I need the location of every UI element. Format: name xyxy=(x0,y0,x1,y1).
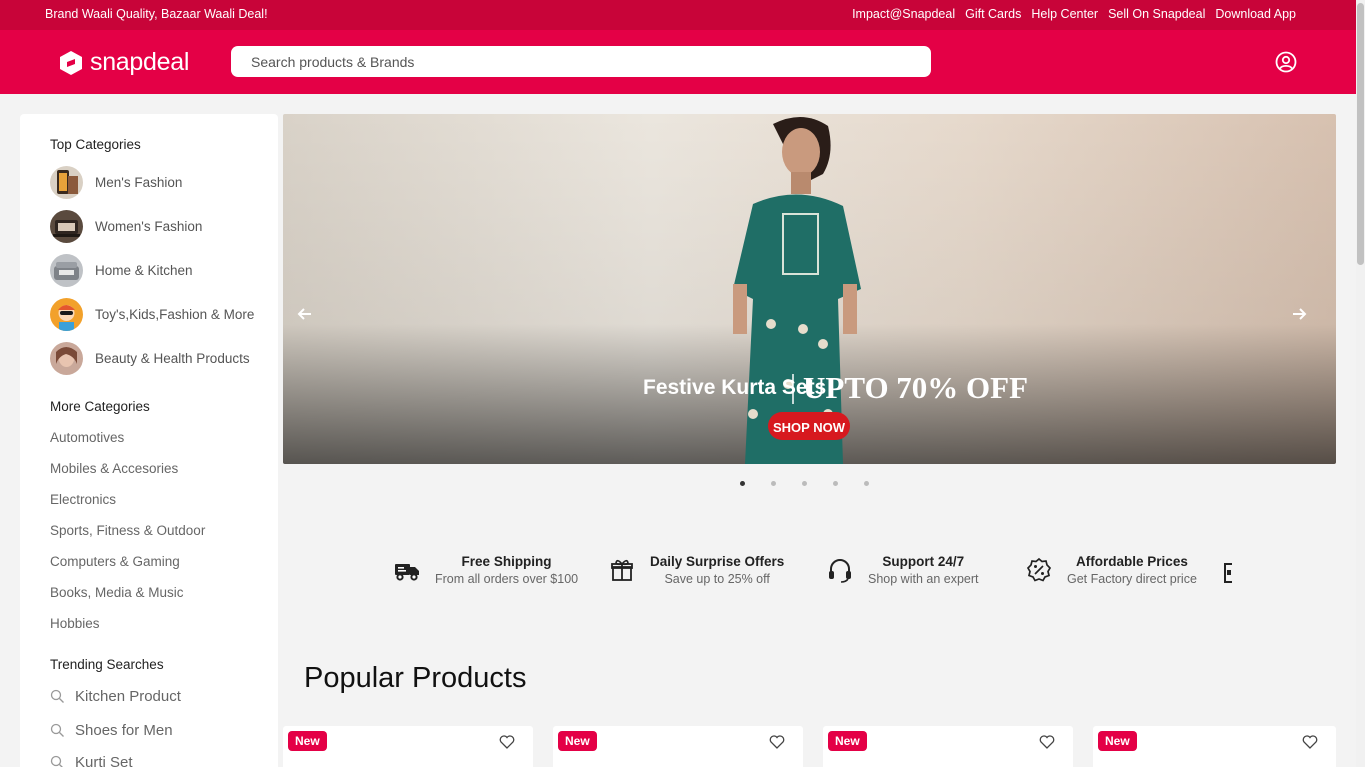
more-categories-heading: More Categories xyxy=(50,399,150,414)
toys-kids-thumbnail xyxy=(50,298,83,331)
impact-link[interactable]: Impact@Snapdeal xyxy=(852,7,955,21)
product-card[interactable]: New xyxy=(283,726,533,767)
carousel-dot-3[interactable] xyxy=(802,481,807,486)
headset-icon xyxy=(829,559,851,583)
more-category-computers[interactable]: Computers & Gaming xyxy=(50,554,180,569)
category-beauty-health[interactable]: Beauty & Health Products xyxy=(50,342,250,375)
feature-free-shipping: Free Shipping From all orders over $100 xyxy=(393,554,578,586)
womens-fashion-thumbnail xyxy=(50,210,83,243)
discount-badge-icon xyxy=(1026,557,1052,582)
scrollbar-thumb[interactable] xyxy=(1357,3,1364,265)
heart-icon[interactable] xyxy=(1039,734,1055,750)
snapdeal-logo-icon xyxy=(60,50,82,75)
search-box[interactable] xyxy=(231,46,931,77)
shop-now-label: SHOP NOW xyxy=(773,420,846,435)
feature-subtitle: Get Factory direct price xyxy=(1067,572,1197,586)
category-mens-fashion[interactable]: Men's Fashion xyxy=(50,166,182,199)
trending-label: Kurti Set xyxy=(75,754,133,767)
top-categories-heading: Top Categories xyxy=(50,137,141,152)
more-category-hobbies[interactable]: Hobbies xyxy=(50,616,100,631)
download-app-link[interactable]: Download App xyxy=(1215,7,1296,21)
mens-fashion-thumbnail xyxy=(50,166,83,199)
carousel-dot-5[interactable] xyxy=(864,481,869,486)
search-icon xyxy=(50,689,64,703)
feature-subtitle: Save up to 25% off xyxy=(664,572,770,586)
carousel-dots xyxy=(740,481,869,486)
home-kitchen-thumbnail xyxy=(50,254,83,287)
trending-label: Kitchen Product xyxy=(75,688,181,705)
top-links: Impact@Snapdeal Gift Cards Help Center S… xyxy=(852,7,1296,21)
carousel-dot-2[interactable] xyxy=(771,481,776,486)
logo-text: snapdeal xyxy=(90,48,190,76)
search-input[interactable] xyxy=(231,46,931,77)
more-category-electronics[interactable]: Electronics xyxy=(50,492,116,507)
trending-item[interactable]: Kitchen Product xyxy=(50,688,181,705)
category-womens-fashion[interactable]: Women's Fashion xyxy=(50,210,202,243)
new-badge: New xyxy=(828,731,867,751)
gift-icon xyxy=(611,559,633,581)
category-label: Toy's,Kids,Fashion & More xyxy=(95,307,255,322)
category-home-kitchen[interactable]: Home & Kitchen xyxy=(50,254,193,287)
feature-affordable-prices: Affordable Prices Get Factory direct pri… xyxy=(1025,554,1197,586)
feature-daily-offers: Daily Surprise Offers Save up to 25% off xyxy=(608,554,784,586)
page-scrollbar[interactable] xyxy=(1356,0,1365,767)
category-label: Women's Fashion xyxy=(95,219,203,234)
tagline: Brand Waali Quality, Bazaar Waali Deal! xyxy=(45,7,268,21)
trending-item[interactable]: Shoes for Men xyxy=(50,722,173,739)
trending-item[interactable]: Kurti Set xyxy=(50,754,133,767)
category-label: Home & Kitchen xyxy=(95,263,193,278)
more-category-books[interactable]: Books, Media & Music xyxy=(50,585,184,600)
category-label: Beauty & Health Products xyxy=(95,351,250,366)
help-center-link[interactable]: Help Center xyxy=(1031,7,1098,21)
top-strip: Brand Waali Quality, Bazaar Waali Deal! … xyxy=(0,0,1356,30)
trending-label: Shoes for Men xyxy=(75,722,173,739)
popular-products-heading: Popular Products xyxy=(304,662,527,694)
user-account-icon[interactable] xyxy=(1275,51,1297,73)
product-card[interactable]: New xyxy=(553,726,803,767)
partial-feature-icon xyxy=(1224,563,1232,583)
search-icon xyxy=(50,723,64,737)
feature-subtitle: From all orders over $100 xyxy=(435,572,579,586)
sell-on-snapdeal-link[interactable]: Sell On Snapdeal xyxy=(1108,7,1205,21)
category-label: Men's Fashion xyxy=(95,175,183,190)
new-badge: New xyxy=(288,731,327,751)
hero-banner[interactable]: Festive Kurta Sets UPTO 70% OFF SHOP NOW xyxy=(283,114,1336,464)
banner-headline: Festive Kurta Sets xyxy=(643,376,826,399)
header: snapdeal xyxy=(0,30,1356,94)
feature-title: Support 24/7 xyxy=(882,554,965,569)
search-icon xyxy=(50,755,63,767)
feature-title: Affordable Prices xyxy=(1076,554,1188,569)
new-badge: New xyxy=(558,731,597,751)
prev-slide-arrow-icon[interactable] xyxy=(295,304,315,324)
heart-icon[interactable] xyxy=(769,734,785,750)
gift-cards-link[interactable]: Gift Cards xyxy=(965,7,1021,21)
heart-icon[interactable] xyxy=(499,734,515,750)
trending-searches-heading: Trending Searches xyxy=(50,657,164,672)
category-sidebar: Top Categories Men's Fashion Women's Fas… xyxy=(20,114,278,767)
banner-image: Festive Kurta Sets UPTO 70% OFF SHOP NOW xyxy=(283,114,1336,464)
heart-icon[interactable] xyxy=(1302,734,1318,750)
feature-subtitle: Shop with an expert xyxy=(868,572,979,586)
truck-icon xyxy=(395,564,419,581)
banner-offer: UPTO 70% OFF xyxy=(803,370,1028,405)
snapdeal-logo[interactable]: snapdeal xyxy=(58,48,189,77)
category-toys-kids[interactable]: Toy's,Kids,Fashion & More xyxy=(50,298,254,331)
feature-support: Support 24/7 Shop with an expert xyxy=(826,554,979,586)
carousel-dot-4[interactable] xyxy=(833,481,838,486)
feature-title: Daily Surprise Offers xyxy=(650,554,785,569)
more-category-mobiles[interactable]: Mobiles & Accesories xyxy=(50,461,178,476)
beauty-health-thumbnail xyxy=(50,342,83,375)
feature-title: Free Shipping xyxy=(461,554,552,569)
next-slide-arrow-icon[interactable] xyxy=(1289,304,1309,324)
carousel-dot-1[interactable] xyxy=(740,481,745,486)
more-category-sports[interactable]: Sports, Fitness & Outdoor xyxy=(50,523,205,538)
product-card[interactable]: New xyxy=(1093,726,1336,767)
more-category-automotives[interactable]: Automotives xyxy=(50,430,124,445)
new-badge: New xyxy=(1098,731,1137,751)
product-card[interactable]: New xyxy=(823,726,1073,767)
